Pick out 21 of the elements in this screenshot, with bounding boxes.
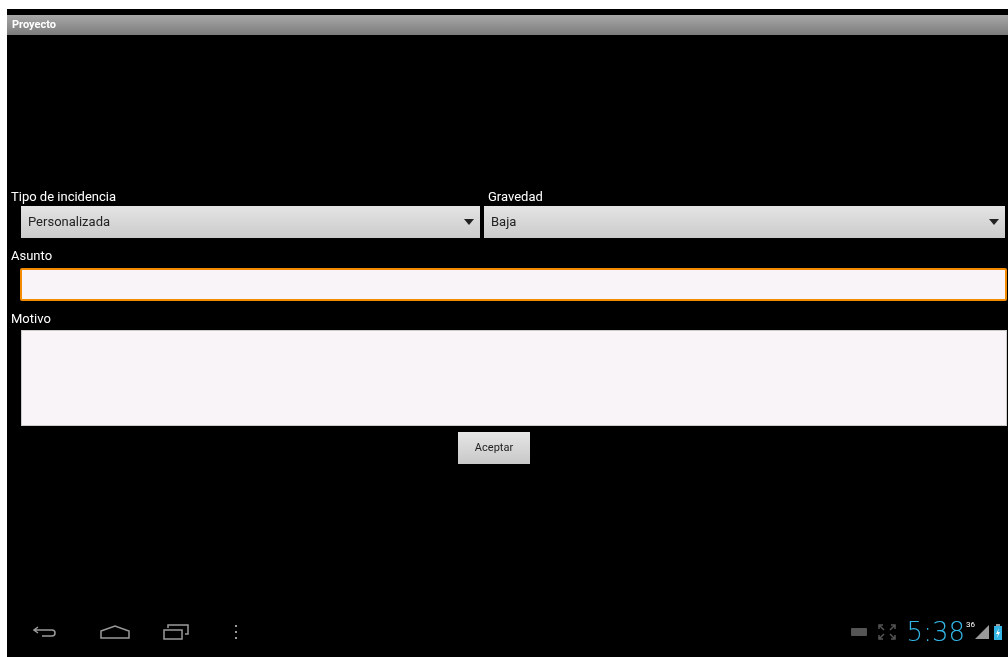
window-title: Proyecto: [12, 16, 56, 33]
accept-button[interactable]: Aceptar: [458, 432, 530, 464]
recent-apps-icon[interactable]: [163, 624, 189, 640]
dropdown[interactable]: Personalizada: [21, 206, 480, 238]
clock: 5:38: [906, 618, 965, 646]
field-label: Motivo: [10, 311, 51, 327]
signal-icon: [975, 625, 989, 639]
menu-icon[interactable]: [234, 625, 238, 639]
back-icon[interactable]: [33, 625, 57, 639]
caret-icon: [464, 219, 474, 225]
dropdown[interactable]: Baja: [484, 206, 1005, 238]
keyboard-icon: [850, 628, 867, 636]
field-label: Asunto: [10, 248, 53, 264]
field-label: Gravedad: [487, 189, 543, 206]
home-icon[interactable]: [100, 625, 130, 639]
input-field[interactable]: [20, 268, 1007, 301]
fullscreen-icon: [877, 624, 896, 640]
battery-charging-icon: [994, 624, 1002, 640]
field-label: Tipo de incidencia: [10, 189, 117, 206]
caret-icon: [989, 219, 999, 225]
network-type: 36: [966, 619, 975, 631]
